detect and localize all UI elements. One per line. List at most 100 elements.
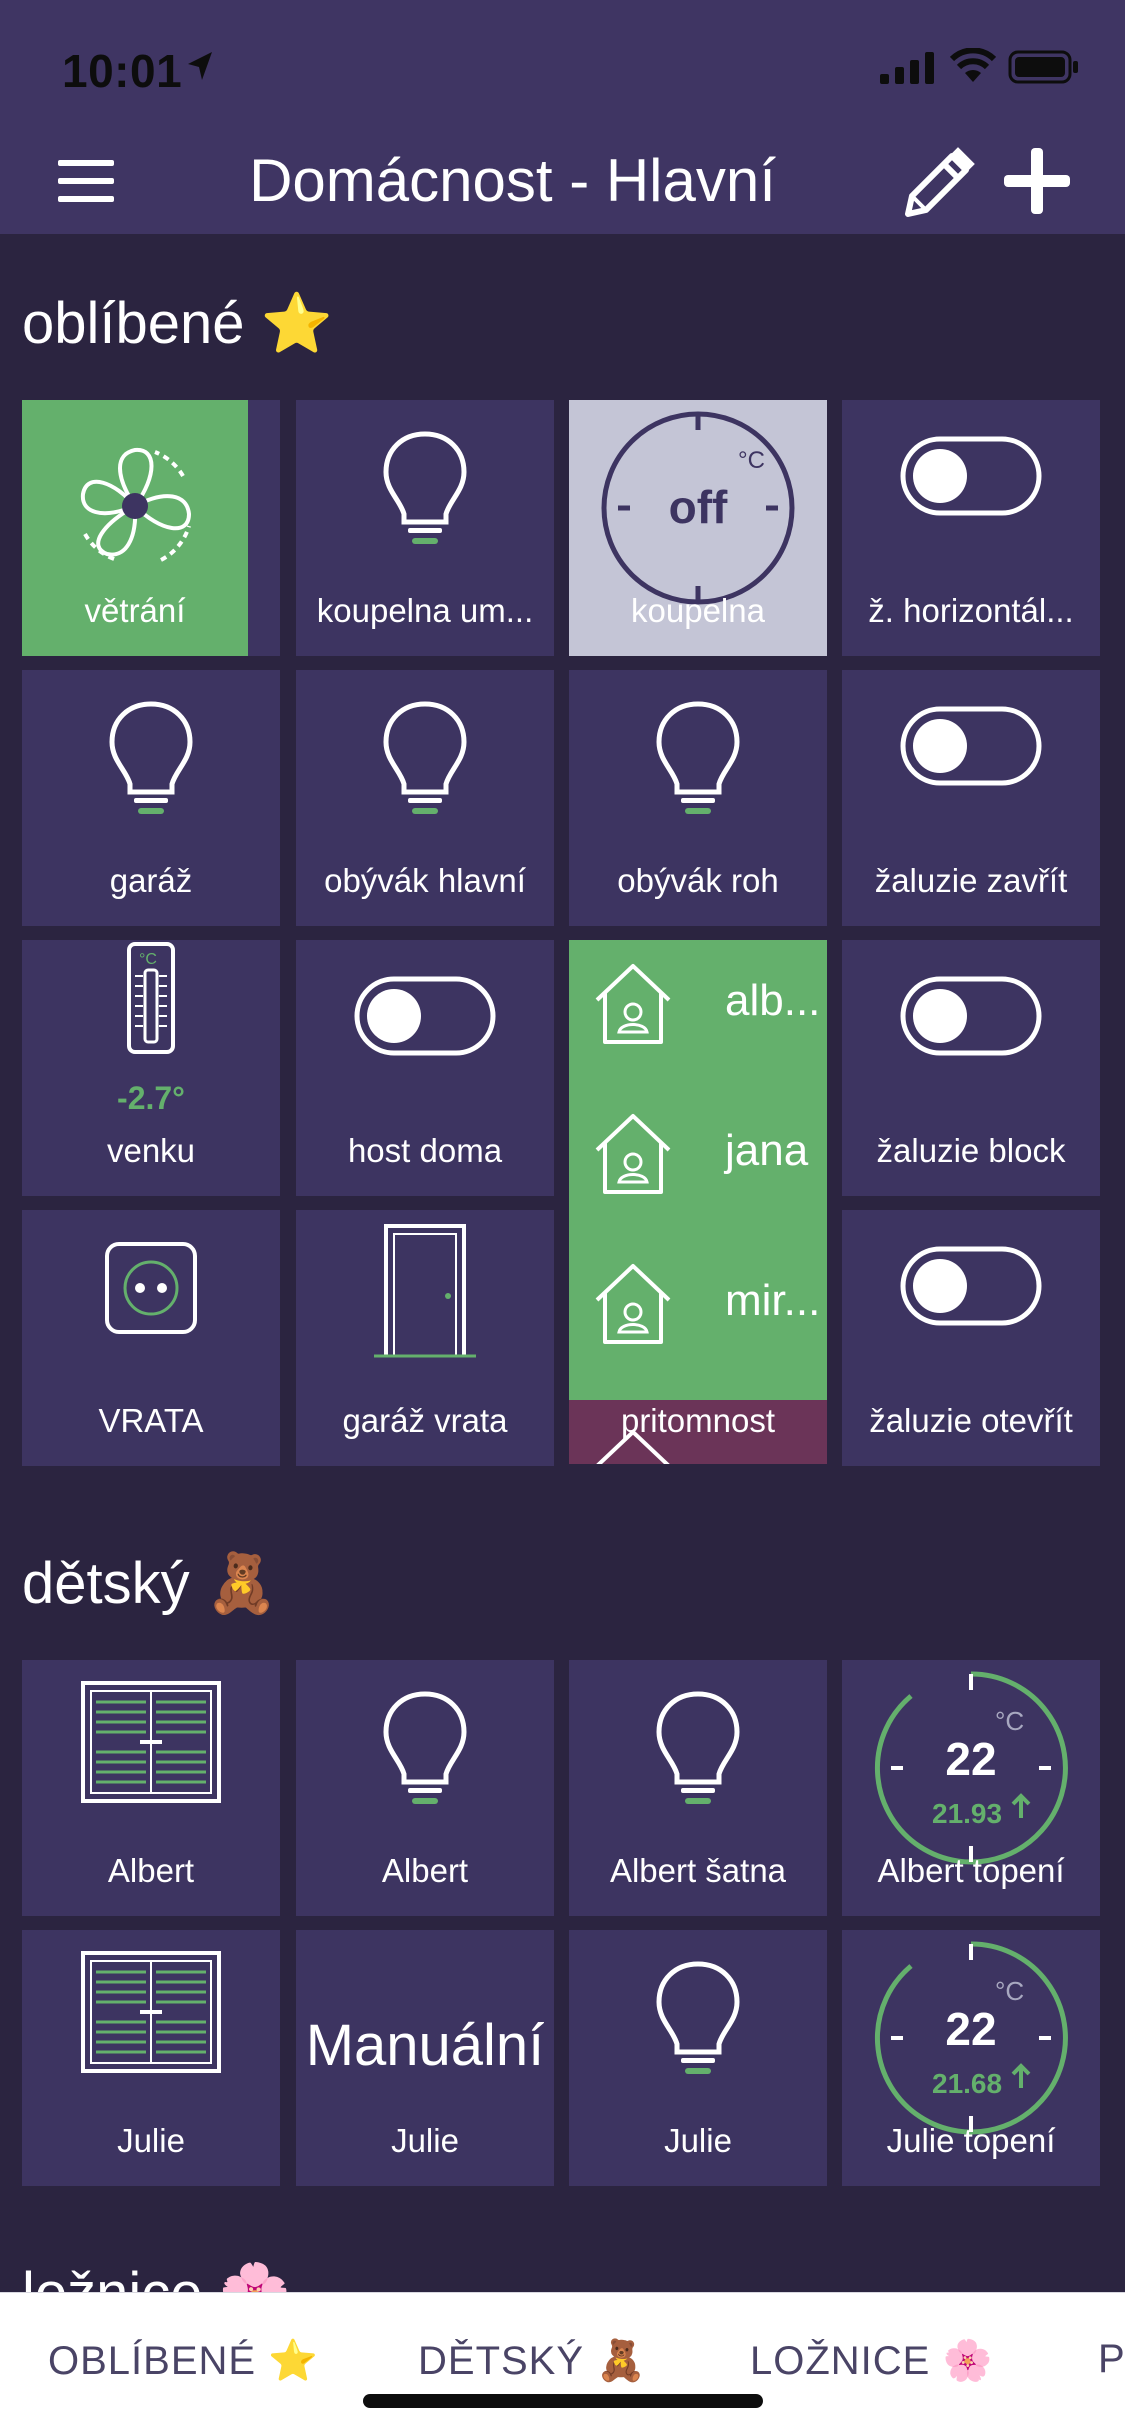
wifi-icon (950, 48, 996, 82)
tile-label: Albert (107, 1852, 195, 1889)
home-person-icon (595, 964, 671, 1044)
tile-label: Julie (664, 2122, 732, 2159)
location-arrow-icon (188, 52, 212, 80)
page-title: Domácnost - Hlavní (249, 147, 776, 214)
tile-blinds-close[interactable]: žaluzie zavřít (842, 670, 1100, 926)
tile-label: pritomnost (620, 1402, 776, 1439)
tile-blinds-open[interactable]: žaluzie otevřít (842, 1210, 1100, 1466)
toggle-switch-icon (900, 706, 1042, 786)
tile-label: větrání (84, 592, 186, 629)
tile-albert-wardrobe-light[interactable]: Albert šatna (569, 1660, 827, 1916)
light-bulb-icon (109, 701, 193, 814)
tile-label: žaluzie otevřít (869, 1402, 1073, 1439)
tab-kids[interactable]: DĚTSKÝ 🧸 (418, 2337, 647, 2384)
tile-albert-blinds[interactable]: Albert (22, 1660, 280, 1916)
light-bulb-icon (383, 431, 467, 544)
outdoor-temperature-value: -2.7° (117, 1080, 185, 1116)
add-plus-icon[interactable] (1004, 148, 1070, 214)
presence-name: jana (725, 1126, 809, 1175)
tile-ventilation[interactable]: větrání (22, 400, 248, 656)
svg-text:°C: °C (139, 951, 157, 968)
tile-bathroom-light[interactable]: koupelna um... (296, 400, 554, 656)
tab-favorites[interactable]: OBLÍBENÉ ⭐ (48, 2337, 319, 2384)
tile-label: koupelna (631, 592, 765, 629)
tile-label: obývák roh (617, 862, 779, 899)
light-bulb-icon (656, 1961, 740, 2074)
thermostat-setpoint: 22 (945, 2003, 997, 2055)
power-socket-icon (105, 1242, 197, 1334)
door-icon (374, 1224, 476, 1358)
tile-blinds-horizontal[interactable]: ž. horizontál... (842, 400, 1100, 656)
tile-label: Albert šatna (609, 1852, 787, 1889)
app-header: Domácnost - Hlavní (0, 130, 1125, 234)
thermostat-current: 21.68 (932, 2068, 1003, 2099)
status-time: 10:01 (62, 45, 183, 97)
tile-julie-light[interactable]: Julie (569, 1930, 827, 2186)
edit-pencil-icon[interactable] (898, 144, 978, 224)
tile-edge (248, 400, 280, 656)
light-bulb-icon (383, 1691, 467, 1804)
tile-julie-mode[interactable]: Manuální Julie (296, 1930, 554, 2186)
tile-label: Julie (117, 2122, 185, 2159)
presence-person-row: mir... (593, 1260, 827, 1360)
tile-label: Julie topení (886, 2122, 1056, 2159)
home-person-icon (595, 1264, 671, 1344)
cellular-signal-icon (880, 52, 934, 84)
light-bulb-icon (656, 701, 740, 814)
window-blinds-icon (81, 1681, 221, 1803)
section-tab-bar: OBLÍBENÉ ⭐ DĚTSKÝ 🧸 LOŽNICE 🌸 P (0, 2292, 1125, 2436)
tile-label: obývák hlavní (324, 862, 526, 899)
fan-icon (80, 447, 192, 562)
section-title-favorites: oblíbené ⭐ (22, 291, 333, 356)
tile-outdoor-temperature[interactable]: °C -2.7° venku (22, 940, 280, 1196)
tile-gate[interactable]: VRATA (22, 1210, 280, 1466)
section-title-kids: dětský 🧸 (22, 1551, 278, 1616)
tile-label: venku (106, 1132, 196, 1169)
tab-bedroom[interactable]: LOŽNICE 🌸 (750, 2337, 993, 2384)
tile-label: Albert (381, 1852, 469, 1889)
tile-blinds-block[interactable]: žaluzie block (842, 940, 1100, 1196)
toggle-switch-icon (900, 1246, 1042, 1326)
thermostat-state: off (668, 481, 728, 533)
thermostat-setpoint: 22 (945, 1733, 997, 1785)
status-bar: 10:01 (0, 0, 1125, 130)
toggle-switch-icon (900, 436, 1042, 516)
thermostat-current: 21.93 (932, 1798, 1003, 1829)
tile-albert-heating[interactable]: °C 22 21.93 Albert topení (842, 1660, 1100, 1916)
tile-label: VRATA (98, 1402, 204, 1439)
tile-living-main-light[interactable]: obývák hlavní (296, 670, 554, 926)
toggle-switch-icon (900, 976, 1042, 1056)
tile-presence[interactable]: alb... jana mir... pritomnost (569, 940, 827, 1464)
tile-label: koupelna um... (316, 592, 534, 629)
battery-icon (1008, 50, 1078, 84)
tile-label: host doma (347, 1132, 503, 1169)
home-person-icon (595, 1114, 671, 1194)
tile-label: žaluzie block (876, 1132, 1066, 1169)
tile-garage-light[interactable]: garáž (22, 670, 280, 926)
tile-label: garáž (109, 862, 193, 899)
tile-label: žaluzie zavřít (874, 862, 1068, 899)
svg-text:°C: °C (738, 447, 765, 474)
tile-label: ž. horizontál... (868, 592, 1074, 629)
tile-living-corner-light[interactable]: obývák roh (569, 670, 827, 926)
mode-value: Manuální (305, 2013, 545, 2078)
thermometer-icon: °C (127, 942, 175, 1054)
tile-label: Albert topení (877, 1852, 1065, 1889)
tile-julie-heating[interactable]: °C 22 21.68 Julie topení (842, 1930, 1100, 2186)
presence-name: alb... (725, 976, 821, 1025)
tile-label: Julie (391, 2122, 459, 2159)
tile-bathroom-thermostat[interactable]: °C off koupelna (569, 400, 827, 656)
tile-guest-home[interactable]: host doma (296, 940, 554, 1196)
presence-person-row: alb... (593, 960, 827, 1060)
light-bulb-icon (656, 1691, 740, 1804)
presence-name: mir... (725, 1276, 821, 1325)
home-indicator (363, 2394, 763, 2408)
toggle-switch-icon (354, 976, 496, 1056)
tab-next[interactable]: P (1098, 2337, 1125, 2382)
tile-label: garáž vrata (342, 1402, 508, 1439)
tile-albert-light[interactable]: Albert (296, 1660, 554, 1916)
tile-garage-door[interactable]: garáž vrata (296, 1210, 554, 1466)
tile-julie-blinds[interactable]: Julie (22, 1930, 280, 2186)
light-bulb-icon (383, 701, 467, 814)
window-blinds-icon (81, 1951, 221, 2073)
